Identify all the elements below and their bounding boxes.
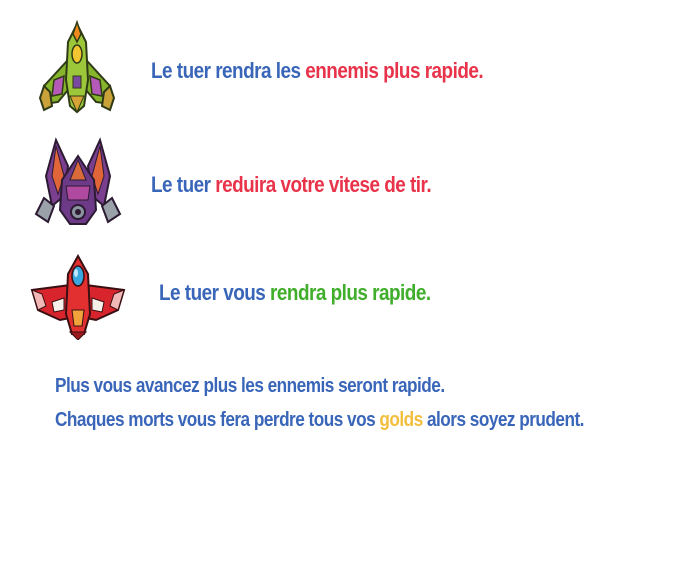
footer-text: Chaques morts vous fera perdre tous vos <box>55 409 380 431</box>
red-jet-ship-icon <box>30 254 126 340</box>
footer-line-death-penalty: Chaques morts vous fera perdre tous vos … <box>55 409 584 432</box>
description-highlight: rendra plus rapide. <box>270 280 431 305</box>
green-fighter-ship-icon <box>38 20 116 114</box>
description-highlight: ennemis plus rapide. <box>305 58 484 83</box>
golds-highlight: golds <box>379 409 423 431</box>
footer-line-difficulty: Plus vous avancez plus les ennemis seron… <box>55 375 445 398</box>
description-text: Le tuer <box>151 172 216 197</box>
description-text: Le tuer rendra les <box>151 58 306 83</box>
enemy-description: Le tuer vous rendra plus rapide. <box>159 280 431 306</box>
footer-text: alors soyez prudent. <box>422 409 584 431</box>
description-highlight: reduira votre vitese de tir. <box>215 172 432 197</box>
enemy-description: Le tuer reduira votre vitese de tir. <box>151 172 432 198</box>
purple-winged-ship-icon <box>34 137 122 225</box>
enemy-description: Le tuer rendra les ennemis plus rapide. <box>151 58 484 84</box>
footer-text: Plus vous avancez plus les ennemis seron… <box>55 375 445 397</box>
description-text: Le tuer vous <box>159 280 271 305</box>
